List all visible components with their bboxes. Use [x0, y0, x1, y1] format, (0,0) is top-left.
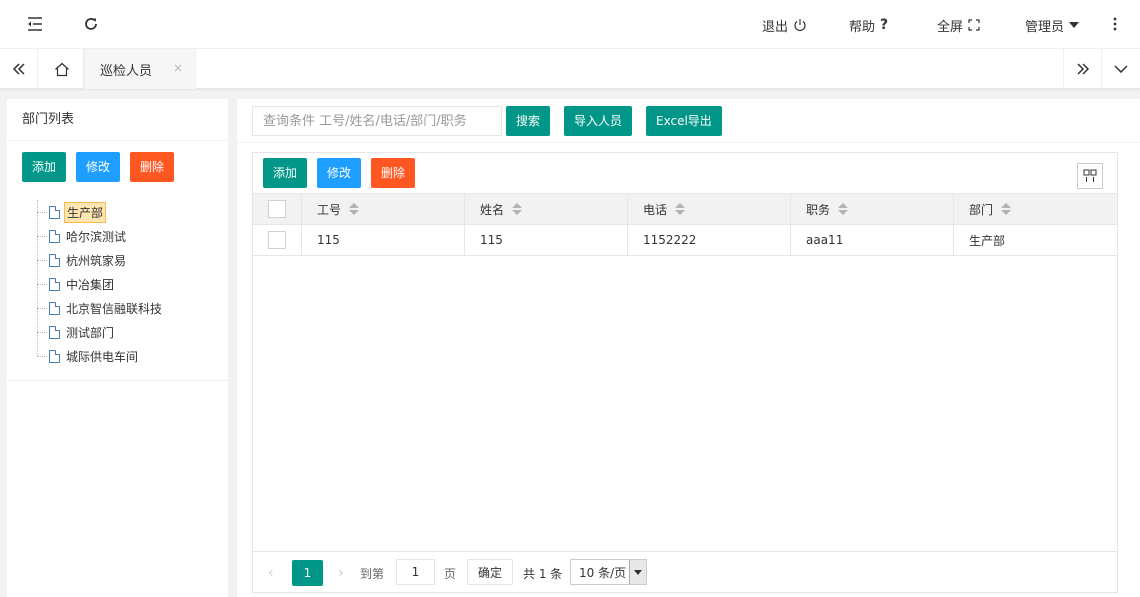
tree-node[interactable]: 中冶集团 [37, 272, 164, 296]
user-menu[interactable]: 管理员 [1025, 15, 1080, 35]
column-header[interactable]: 电话 [628, 194, 791, 224]
total-count: 共 1 条 [523, 567, 563, 581]
search-button[interactable]: 搜索 [506, 106, 551, 136]
fullscreen-link[interactable]: 全屏 [937, 15, 980, 35]
add-department-button[interactable]: 添加 [22, 152, 67, 182]
sort-icon[interactable] [349, 203, 360, 215]
tree-node[interactable]: 生产部 [37, 200, 164, 224]
column-header[interactable]: 姓名 [465, 194, 628, 224]
prev-page-icon[interactable]: ‹ [268, 565, 274, 581]
help-link[interactable]: 帮助 ? [849, 15, 888, 35]
import-staff-button[interactable]: 导入人员 [564, 106, 633, 136]
column-header[interactable]: 职务 [791, 194, 954, 224]
edit-department-button[interactable]: 修改 [76, 152, 121, 182]
file-icon [49, 349, 60, 363]
column-header[interactable]: 工号 [302, 194, 465, 224]
column-header[interactable]: 部门 [954, 194, 1117, 224]
tabs-menu-button[interactable] [1101, 49, 1140, 89]
home-tab[interactable] [40, 49, 84, 89]
double-chevron-right-icon [1076, 63, 1089, 75]
table-cell: 生产部 [969, 233, 1006, 248]
delete-department-button[interactable]: 删除 [130, 152, 175, 182]
table-cell: 1152222 [628, 225, 791, 255]
sort-icon[interactable] [512, 203, 523, 215]
file-icon [49, 229, 60, 243]
staff-panel: 搜索 导入人员 Excel导出 添加 修改 删除 工号 姓名 电话 职务 部门 … [237, 99, 1140, 597]
pagination: ‹ 1 › 到第 页 确定 共 1 条 10 条/页 [253, 551, 1117, 592]
tree-node[interactable]: 城际供电车间 [37, 344, 164, 368]
row-checkbox[interactable] [268, 231, 286, 249]
sort-icon[interactable] [1001, 203, 1012, 215]
tree-node[interactable]: 哈尔滨测试 [37, 224, 164, 248]
edit-staff-button[interactable]: 修改 [317, 158, 362, 188]
goto-confirm-button[interactable]: 确定 [467, 559, 513, 585]
refresh-icon[interactable] [81, 14, 101, 34]
question-icon: ? [880, 17, 889, 33]
tabs-scroll-right-button[interactable] [1063, 49, 1101, 89]
page-1-button[interactable]: 1 [292, 560, 323, 586]
menu-collapse-icon[interactable] [25, 14, 45, 34]
tabs-scroll-left-button[interactable] [0, 49, 38, 89]
fullscreen-icon [968, 19, 980, 31]
goto-page-input[interactable] [396, 559, 435, 585]
next-page-icon[interactable]: › [338, 565, 344, 581]
tree-node[interactable]: 北京智信融联科技 [37, 296, 164, 320]
caret-down-icon [1069, 22, 1080, 28]
sort-icon[interactable] [838, 203, 849, 215]
page-size-select[interactable]: 10 条/页 [570, 559, 647, 585]
tabs-bar: 巡检人员 × [0, 49, 1140, 89]
logout-link[interactable]: 退出 [762, 15, 807, 35]
tab-close-icon[interactable]: × [173, 61, 183, 75]
more-vertical-icon[interactable] [1105, 14, 1125, 34]
chevron-down-icon [1114, 65, 1128, 73]
department-tree: 生产部 哈尔滨测试 杭州筑家易 中冶集团 北京智信融联科技 测试部门 城际供电车… [37, 200, 164, 368]
file-icon [49, 205, 60, 219]
table-cell: 115 [302, 225, 465, 255]
power-icon [794, 19, 806, 32]
tree-node[interactable]: 杭州筑家易 [37, 248, 164, 272]
tree-node[interactable]: 测试部门 [37, 320, 164, 344]
file-icon [49, 253, 60, 267]
staff-table: 添加 修改 删除 工号 姓名 电话 职务 部门 115 115 1152222 … [252, 152, 1118, 593]
excel-export-button[interactable]: Excel导出 [646, 106, 722, 136]
grid-columns-icon [1083, 169, 1097, 182]
table-cell: aaa11 [791, 225, 954, 255]
table-row[interactable]: 115 115 1152222 aaa11 生产部 [253, 225, 1117, 256]
goto-label: 到第 [360, 567, 385, 581]
file-icon [49, 277, 60, 291]
delete-staff-button[interactable]: 删除 [371, 158, 416, 188]
search-input[interactable] [252, 106, 502, 136]
file-icon [49, 301, 60, 315]
tab-inspection-staff[interactable]: 巡检人员 × [84, 49, 196, 89]
add-staff-button[interactable]: 添加 [263, 158, 308, 188]
department-panel-title: 部门列表 [7, 99, 228, 141]
column-filter-button[interactable] [1077, 163, 1103, 189]
file-icon [49, 325, 60, 339]
double-chevron-left-icon [12, 63, 25, 75]
select-arrow-icon [629, 560, 646, 584]
select-all-checkbox[interactable] [268, 200, 286, 218]
sort-icon[interactable] [675, 203, 686, 215]
table-header: 工号 姓名 电话 职务 部门 [253, 193, 1117, 225]
page-unit-label: 页 [444, 567, 457, 581]
home-icon [54, 62, 69, 76]
department-panel: 部门列表 添加 修改 删除 生产部 哈尔滨测试 杭州筑家易 中冶集团 北京智信融… [7, 99, 228, 597]
top-header: 退出 帮助 ? 全屏 管理员 [0, 0, 1140, 49]
table-cell: 115 [465, 225, 628, 255]
table-toolbar: 添加 修改 删除 [253, 153, 1117, 195]
